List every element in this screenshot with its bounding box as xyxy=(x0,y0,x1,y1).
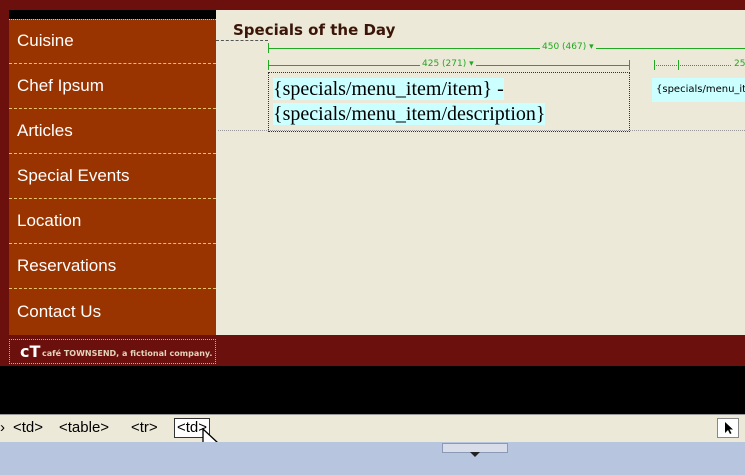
triangle-down-icon xyxy=(470,452,480,457)
tag-selector-bar: › <td> <table> <tr> <td> xyxy=(0,414,745,443)
nav-item-articles[interactable]: Articles xyxy=(9,109,216,154)
nav-item-label: Special Events xyxy=(17,166,130,185)
page-title: Specials of the Day xyxy=(233,21,396,39)
nav-item-label: Chef Ipsum xyxy=(17,76,104,95)
ruler-label-inner[interactable]: 425 (271) ▾ xyxy=(420,59,476,69)
nav-item-label: Cuisine xyxy=(17,31,74,50)
tag-overflow-chevron[interactable]: › xyxy=(0,418,5,438)
tag-td[interactable]: <td> xyxy=(13,418,43,438)
selected-table-cell[interactable]: {specials/menu_item/item} - {specials/me… xyxy=(268,72,630,132)
ruler-value: 450 (467) xyxy=(542,42,587,52)
nav-item-label: Contact Us xyxy=(17,301,102,321)
nav-item-label: Articles xyxy=(17,121,73,140)
nav-item-special-events[interactable]: Special Events xyxy=(9,154,216,199)
cell-text-description: {specials/menu_item/description} xyxy=(273,102,546,126)
table-bottom-border xyxy=(218,130,745,131)
divider xyxy=(216,40,268,41)
ruler-tick xyxy=(629,60,630,70)
nav-item-chef-ipsum[interactable]: Chef Ipsum xyxy=(9,64,216,109)
nav-item-contact-us[interactable]: Contact Us xyxy=(9,289,216,334)
tag-tr[interactable]: <tr> xyxy=(131,418,158,438)
dynamic-text-description: {specials/menu_item/description} xyxy=(273,103,546,125)
cell-text-item: {specials/menu_item/item} - xyxy=(273,77,504,101)
price-cell[interactable]: {specials/menu_item/price} xyxy=(652,78,745,102)
ruler-tick xyxy=(268,43,269,53)
ruler-line xyxy=(268,48,745,49)
pointer-icon xyxy=(725,422,733,434)
header-strip xyxy=(0,0,745,10)
select-tool-button[interactable] xyxy=(717,418,739,438)
nav-item-location[interactable]: Location xyxy=(9,199,216,244)
ruler-label-right: 25 xyxy=(732,59,745,69)
chevron-down-icon: ▾ xyxy=(589,42,594,52)
nav-item-label: Location xyxy=(17,211,82,230)
ruler-label-outer[interactable]: 450 (467) ▾ xyxy=(540,42,596,52)
tag-table[interactable]: <table> xyxy=(59,418,109,438)
left-border xyxy=(0,10,9,366)
logo-tagline: café TOWNSEND, a fictional company. xyxy=(42,349,213,358)
footer-logo: cT café TOWNSEND, a fictional company. xyxy=(9,339,216,364)
ruler-tick xyxy=(268,60,269,70)
dynamic-text-item: {specials/menu_item/item} - xyxy=(273,78,504,100)
ruler-value: 425 (271) xyxy=(422,59,467,69)
panel-bar xyxy=(0,442,745,475)
logo-mark: cT xyxy=(20,342,41,361)
sidebar-selection-border xyxy=(9,19,216,20)
chevron-down-icon: ▾ xyxy=(469,59,474,69)
ruler-tick xyxy=(654,60,655,70)
nav-item-reservations[interactable]: Reservations xyxy=(9,244,216,289)
nav-item-label: Reservations xyxy=(17,256,117,275)
dreamweaver-design-view: Cuisine Chef Ipsum Articles Special Even… xyxy=(0,0,745,475)
ruler-tick xyxy=(678,60,679,70)
content-area: Specials of the Day 450 (467) ▾ 425 (271… xyxy=(216,10,745,335)
nav-item-cuisine[interactable]: Cuisine xyxy=(9,19,216,64)
sidebar-nav: Cuisine Chef Ipsum Articles Special Even… xyxy=(9,19,216,335)
panel-collapse-button[interactable] xyxy=(442,443,508,457)
